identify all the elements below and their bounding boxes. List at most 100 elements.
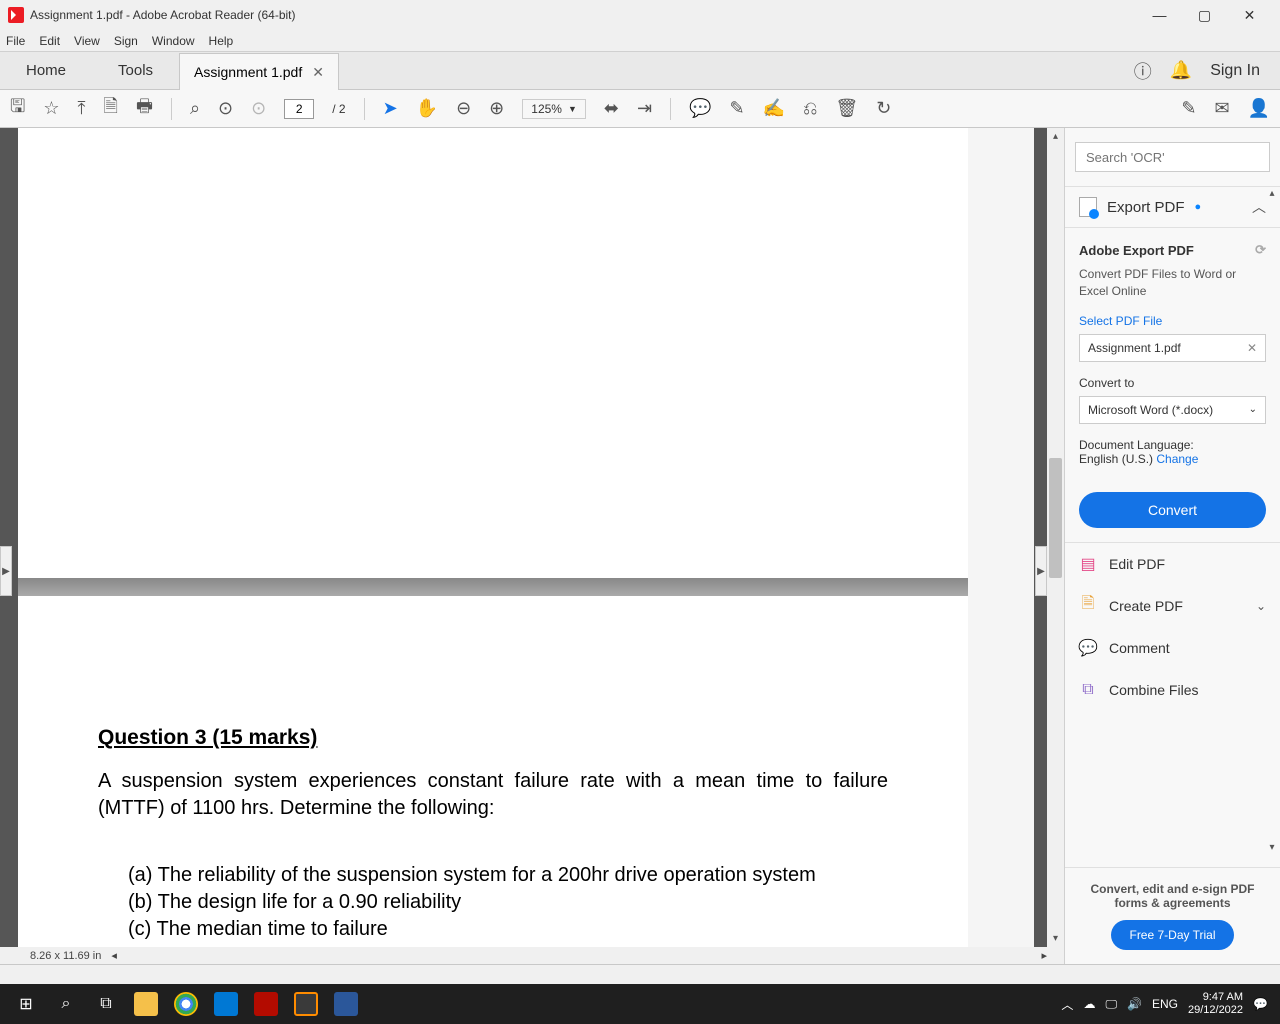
highlight-icon[interactable]: ✎ — [730, 98, 745, 119]
zoom-in-icon[interactable]: ⊕ — [489, 98, 504, 119]
delete-icon[interactable]: 🗑 — [835, 98, 858, 119]
right-pane-toggle[interactable]: ▶ — [1035, 546, 1047, 596]
selected-file-box[interactable]: Assignment 1.pdf ✕ — [1079, 334, 1266, 362]
acrobat-taskbar-icon[interactable] — [246, 984, 286, 1024]
menu-window[interactable]: Window — [152, 34, 195, 48]
share-sign-icon[interactable]: ✎ — [1181, 98, 1196, 119]
zoom-icon[interactable]: ⌕ — [190, 98, 200, 119]
pdf-page-1-bottom — [18, 128, 968, 578]
save-icon[interactable]: 🖫 — [10, 94, 25, 124]
menu-sign[interactable]: Sign — [114, 34, 138, 48]
language-indicator[interactable]: ENG — [1152, 997, 1178, 1011]
change-language-link[interactable]: Change — [1156, 452, 1198, 466]
file-explorer-icon[interactable] — [126, 984, 166, 1024]
close-window-button[interactable]: ✕ — [1227, 0, 1272, 30]
action-center-icon[interactable]: 💬 — [1253, 997, 1268, 1011]
promo-section: Convert, edit and e-sign PDF forms & agr… — [1065, 867, 1280, 964]
volume-icon[interactable]: 🔊 — [1127, 997, 1142, 1011]
tool-edit-pdf[interactable]: ▤ Edit PDF — [1065, 543, 1280, 585]
comment-tool-icon: 💬 — [1079, 639, 1097, 657]
windows-taskbar: ⊞ ⌕ ⧉ ︿ ☁ 🖵 🔊 ENG 9:47 AM 29/12/2022 💬 — [0, 984, 1280, 1024]
tab-home[interactable]: Home — [0, 52, 92, 89]
scroll-right-icon[interactable]: ▸ — [1041, 949, 1047, 962]
display-icon[interactable]: 🖵 — [1105, 997, 1117, 1012]
fit-page-icon[interactable]: ⇥ — [637, 98, 652, 119]
acrobat-app-icon — [8, 7, 24, 23]
share-people-icon[interactable]: 👤 — [1248, 98, 1270, 119]
rotate-icon[interactable]: ↻ — [876, 98, 891, 119]
clock[interactable]: 9:47 AM 29/12/2022 — [1188, 991, 1243, 1017]
chrome-icon[interactable] — [166, 984, 206, 1024]
sign-in-button[interactable]: Sign In — [1210, 62, 1260, 80]
tool-comment[interactable]: 💬 Comment — [1065, 627, 1280, 669]
menu-file[interactable]: File — [6, 34, 25, 48]
left-pane-toggle[interactable]: ▶ — [0, 546, 12, 596]
start-button[interactable]: ⊞ — [6, 984, 46, 1024]
scroll-left-icon[interactable]: ◂ — [111, 949, 117, 962]
selected-file-name: Assignment 1.pdf — [1088, 341, 1181, 355]
document-viewport[interactable]: Question 3 (15 marks) A suspension syste… — [0, 128, 1064, 964]
hand-tool-icon[interactable]: ✋ — [416, 98, 438, 119]
search-tools-input[interactable] — [1075, 142, 1270, 172]
tab-tools[interactable]: Tools — [92, 52, 179, 89]
stamp-icon[interactable]: ⎌ — [803, 98, 817, 119]
file-lock-icon[interactable]: 🗎 — [103, 94, 117, 124]
print-icon[interactable]: 🖶 — [136, 94, 153, 124]
email-icon[interactable]: ✉ — [1214, 98, 1229, 119]
window-title: Assignment 1.pdf - Adobe Acrobat Reader … — [30, 8, 295, 22]
menu-edit[interactable]: Edit — [39, 34, 60, 48]
onedrive-icon[interactable]: ☁ — [1083, 997, 1095, 1011]
scroll-up-icon[interactable]: ▴ — [1047, 128, 1064, 145]
zoom-out-icon[interactable]: ⊖ — [456, 98, 471, 119]
chevron-down-icon: ⌄ — [1249, 404, 1257, 415]
vertical-scrollbar[interactable]: ▴ ▾ — [1047, 128, 1064, 964]
free-trial-button[interactable]: Free 7-Day Trial — [1111, 920, 1233, 950]
refresh-icon[interactable]: ⟳ — [1255, 242, 1266, 258]
page-down-icon[interactable]: ⊙ — [251, 98, 266, 119]
scroll-thumb[interactable] — [1049, 458, 1062, 578]
star-icon[interactable]: ☆ — [43, 98, 59, 119]
task-view-icon[interactable]: ⧉ — [86, 984, 126, 1024]
edit-pdf-icon: ▤ — [1079, 555, 1097, 573]
export-pdf-header[interactable]: Export PDF ● ︿ — [1065, 186, 1280, 228]
chevron-up-icon[interactable]: ︿ — [1252, 197, 1266, 217]
scroll-down-icon[interactable]: ▾ — [1047, 930, 1064, 947]
fit-width-icon[interactable]: ⬌ — [604, 98, 619, 119]
chevron-down-icon[interactable]: ⌄ — [1256, 599, 1266, 613]
selection-tool-icon[interactable]: ➤ — [383, 98, 398, 119]
zoom-level-dropdown[interactable]: 125%▼ — [522, 99, 586, 119]
main-area: Question 3 (15 marks) A suspension syste… — [0, 128, 1280, 964]
minimize-button[interactable]: — — [1137, 0, 1182, 30]
tool-combine-files[interactable]: ⧉ Combine Files — [1065, 669, 1280, 711]
menu-help[interactable]: Help — [209, 34, 234, 48]
tool-create-pdf[interactable]: 🗎 Create PDF ⌄ — [1065, 585, 1280, 627]
word-icon[interactable] — [326, 984, 366, 1024]
separator — [364, 98, 365, 120]
export-pdf-label: Export PDF — [1107, 199, 1185, 216]
comment-icon[interactable]: 💬 — [689, 98, 711, 119]
promo-text: Convert, edit and e-sign PDF forms & agr… — [1079, 882, 1266, 910]
sign-icon[interactable]: ✍ — [763, 98, 785, 119]
page-number-input[interactable] — [284, 99, 314, 119]
app-icon-orange[interactable] — [286, 984, 326, 1024]
export-title: Adobe Export PDF — [1079, 243, 1194, 258]
menu-view[interactable]: View — [74, 34, 100, 48]
help-icon[interactable]: ⓘ — [1134, 58, 1152, 84]
clear-file-icon[interactable]: ✕ — [1247, 341, 1257, 355]
page-dimensions: 8.26 x 11.69 in — [30, 950, 101, 962]
cloud-upload-icon[interactable]: ⤒ — [77, 98, 85, 119]
notifications-icon[interactable]: 🔔 — [1170, 60, 1192, 81]
tray-chevron-icon[interactable]: ︿ — [1061, 996, 1073, 1013]
close-tab-icon[interactable]: ✕ — [312, 64, 324, 81]
page-up-icon[interactable]: ⊙ — [218, 98, 233, 119]
outlook-icon[interactable] — [206, 984, 246, 1024]
export-description: Convert PDF Files to Word or Excel Onlin… — [1079, 266, 1266, 300]
convert-button[interactable]: Convert — [1079, 492, 1266, 528]
document-tab[interactable]: Assignment 1.pdf ✕ — [179, 53, 339, 90]
panel-scroll-up-icon[interactable]: ▴ — [1266, 188, 1278, 200]
system-tray[interactable]: ︿ ☁ 🖵 🔊 ENG 9:47 AM 29/12/2022 💬 — [1061, 991, 1274, 1017]
maximize-button[interactable]: ▢ — [1182, 0, 1227, 30]
panel-scroll-down-icon[interactable]: ▾ — [1266, 842, 1278, 854]
search-taskbar-icon[interactable]: ⌕ — [46, 984, 86, 1024]
convert-format-dropdown[interactable]: Microsoft Word (*.docx) ⌄ — [1079, 396, 1266, 424]
